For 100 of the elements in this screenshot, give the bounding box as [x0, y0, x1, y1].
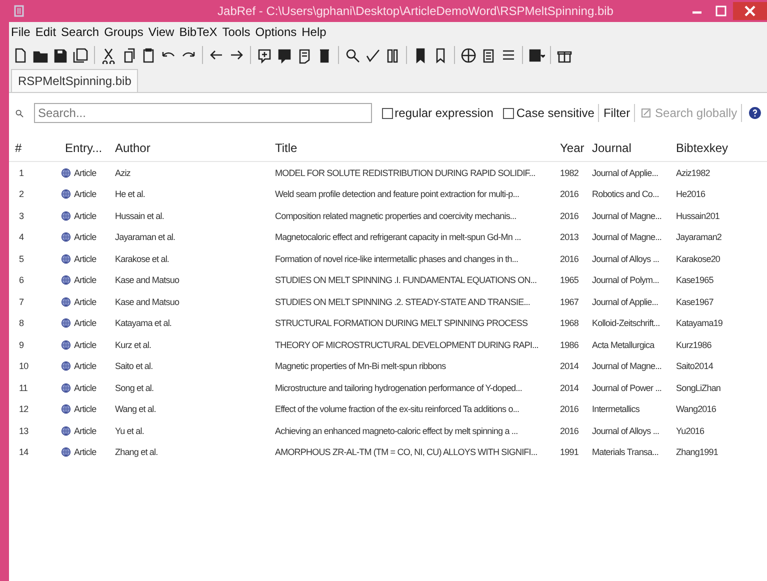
table-cell: Article: [74, 340, 96, 350]
scissors-icon[interactable]: [100, 46, 117, 64]
filter-button[interactable]: Filter: [603, 106, 630, 120]
image-dropdown-icon[interactable]: [528, 46, 545, 64]
column-header[interactable]: Year: [554, 141, 586, 155]
table-cell-text: Yu et al.: [114, 426, 145, 436]
table-cell: Article: [74, 168, 96, 178]
external-link-icon[interactable]: [641, 108, 652, 118]
column-header[interactable]: Entry...: [39, 141, 109, 155]
edit-entry-icon[interactable]: [276, 46, 293, 64]
row-number: 9: [18, 340, 25, 350]
regular-expression-checkbox[interactable]: regular expression: [382, 106, 494, 120]
table-cell-text: Karakose et al.: [114, 254, 170, 264]
table-cell: Article: [74, 382, 96, 393]
globe-icon: [61, 275, 71, 286]
globe-icon: [61, 210, 71, 221]
row-number: 7: [18, 296, 25, 307]
table-cell-text: Weld seam profile detection and feature point extraction for multi-p...: [274, 189, 520, 200]
table-cell-text: Composition related magnetic properties and coercivity mechanis...: [274, 210, 518, 221]
column-header[interactable]: #: [9, 141, 39, 155]
table-cell-text: 1967: [559, 296, 580, 307]
menu-item[interactable]: Search: [61, 25, 100, 42]
table-cell-text: STUDIES ON MELT SPINNING .I. FUNDAMENTAL EQUATIONS ON...: [274, 275, 538, 286]
globe-icon: [61, 296, 71, 307]
table-cell: Article: [74, 426, 96, 436]
globe-icon: [61, 340, 71, 350]
globe-icon[interactable]: [460, 46, 477, 64]
file-tab[interactable]: RSPMeltSpinning.bib: [11, 69, 138, 92]
table-cell-text: Saito2014: [675, 361, 714, 372]
row-number: 5: [18, 254, 25, 264]
table-cell-text: Katayama19: [675, 318, 724, 328]
menu-item[interactable]: Groups: [104, 25, 144, 42]
table-cell-text: He2016: [675, 189, 706, 200]
table-cell-text: Zhang et al.: [114, 447, 159, 458]
add-entry-icon[interactable]: [256, 46, 273, 64]
row-number: 11: [18, 382, 29, 393]
menu-item[interactable]: BibTeX: [179, 25, 218, 42]
save-icon[interactable]: [52, 46, 69, 64]
table-cell-text: Intermetallics: [591, 404, 640, 414]
save-all-icon[interactable]: [72, 46, 89, 64]
table-cell-text: Kase and Matsuo: [114, 275, 180, 286]
column-header[interactable]: Bibtexkey: [670, 141, 766, 155]
menu-item[interactable]: Tools: [222, 25, 250, 42]
row-number: 14: [18, 447, 30, 458]
menu-item[interactable]: Options: [255, 25, 297, 42]
table-cell-text: Journal of Power ...: [591, 382, 663, 393]
table-cell-text: Yu2016: [675, 426, 706, 436]
help-icon[interactable]: [749, 107, 762, 119]
globe-icon: [61, 382, 71, 393]
column-header[interactable]: Title: [269, 141, 554, 155]
row-number: 1: [18, 168, 25, 178]
table-cell-text: Journal of Alloys ...: [591, 254, 660, 264]
table-cell-text: 1968: [559, 318, 580, 328]
row-number: 13: [18, 426, 30, 436]
row-number: 8: [18, 318, 25, 328]
table-cell-text: Kase1965: [675, 275, 714, 286]
table-cell-text: MODEL FOR SOLUTE REDISTRIBUTION DURING RAPID SOLIDIF...: [274, 168, 536, 178]
table-cell-text: 2016: [559, 189, 580, 200]
menu-item[interactable]: Help: [302, 25, 326, 42]
row-number: 10: [18, 361, 30, 372]
globe-icon: [61, 168, 71, 178]
search-icon[interactable]: [344, 46, 361, 64]
column-header[interactable]: Journal: [586, 141, 670, 155]
table-cell-text: Hussain et al.: [114, 210, 165, 221]
table-cell-text: SongLiZhan: [675, 382, 722, 393]
menu-item[interactable]: Edit: [35, 25, 56, 42]
table-cell-text: Saito et al.: [114, 361, 154, 372]
column-header[interactable]: Author: [109, 141, 269, 155]
close-icon[interactable]: [733, 2, 767, 20]
table-cell: Article: [74, 254, 96, 264]
globe-icon: [61, 404, 71, 414]
table-cell-text: He et al.: [114, 189, 146, 200]
table-cell-text: STUDIES ON MELT SPINNING .2. STEADY-STATE AND TRANSIE...: [274, 296, 531, 307]
row-number: 6: [18, 275, 25, 286]
globe-icon: [61, 318, 71, 328]
table-cell-text: 2016: [559, 210, 580, 221]
row-number: 12: [18, 404, 30, 414]
window-title: JabRef - C:\Users\gphani\Desktop\ArticleDemoWord\RSPMeltSpinning.bib: [216, 4, 614, 18]
row-number: 3: [18, 210, 25, 221]
table-cell-text: AMORPHOUS ZR-AL-TM (TM = CO, NI, CU) ALLOYS WITH SIGNIFI...: [274, 447, 538, 458]
search-field[interactable]: Search...: [34, 103, 372, 123]
table-cell-text: Achieving an enhanced magneto-caloric effect by melt spinning a ...: [274, 426, 519, 436]
table-cell-text: Zhang1991: [675, 447, 719, 458]
row-number: 4: [18, 232, 25, 242]
table-cell: Article: [74, 275, 96, 286]
table-cell: Article: [74, 318, 96, 328]
table-cell-text: Robotics and Co...: [591, 189, 660, 200]
table-cell-text: Magnetic properties of Mn-Bi melt-spun ribbons: [274, 361, 447, 372]
app-logo-icon: [12, 4, 26, 18]
table-cell-text: Jayaraman2: [675, 232, 723, 242]
table-cell-text: Kase1967: [675, 296, 714, 307]
table-cell-text: Journal of Applie...: [591, 296, 660, 307]
table-cell-text: Wang2016: [675, 404, 717, 414]
table-cell-text: Hussain201: [675, 210, 721, 221]
menu-item[interactable]: File: [11, 25, 30, 42]
case-sensitive-checkbox[interactable]: Case sensitive: [503, 106, 594, 120]
menu-item[interactable]: View: [148, 25, 174, 42]
table-cell-text: THEORY OF MICROSTRUCTURAL DEVELOPMENT DURING RAPI...: [274, 340, 540, 350]
table-cell-text: 1965: [559, 275, 580, 286]
table-cell-text: Wang et al.: [114, 404, 157, 414]
